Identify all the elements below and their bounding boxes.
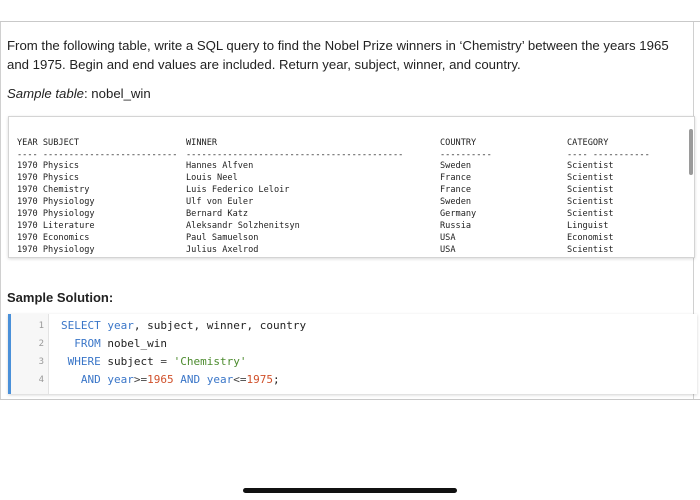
sample-table-label: Sample table: nobel_win bbox=[7, 86, 151, 101]
code-block[interactable]: 1 2 3 4 SELECT year, subject, winner, co… bbox=[8, 314, 697, 394]
cell-winner: Ulf von Euler bbox=[186, 197, 254, 207]
code-token: ; bbox=[273, 373, 280, 386]
sample-table-prefix: Sample table bbox=[7, 86, 84, 101]
cell-category: Scientist bbox=[567, 161, 614, 171]
col-header-category: CATEGORY bbox=[567, 138, 609, 148]
cell-country: USA bbox=[440, 233, 456, 243]
cell-country: Germany bbox=[440, 209, 477, 219]
cell-winner: Hannes Alfven bbox=[186, 161, 254, 171]
code-token: , subject, winner, country bbox=[133, 319, 307, 332]
line-number: 3 bbox=[38, 357, 44, 367]
cell-category: Economist bbox=[567, 233, 614, 243]
cell-year-subject: 1970 Physiology bbox=[17, 245, 95, 255]
col-header-winner: WINNER bbox=[186, 138, 218, 148]
line-number: 2 bbox=[38, 339, 44, 349]
cell-winner: Paul Samuelson bbox=[186, 233, 259, 243]
cell-country: Sweden bbox=[440, 197, 472, 207]
cell-category: Scientist bbox=[567, 245, 614, 255]
cell-year-subject: 1970 Economics bbox=[17, 233, 90, 243]
cell-country: France bbox=[440, 173, 472, 183]
sample-table-name: : nobel_win bbox=[83, 86, 151, 101]
left-border bbox=[0, 22, 1, 400]
col-separator: ---- -------------------------- bbox=[17, 150, 178, 160]
code-token: year bbox=[107, 373, 134, 386]
code-token: year bbox=[206, 373, 234, 386]
cell-winner: Julius Axelrod bbox=[186, 245, 259, 255]
code-token: 1975 bbox=[246, 373, 274, 386]
line-number: 1 bbox=[38, 321, 44, 331]
cell-category: Scientist bbox=[567, 173, 614, 183]
col-separator: ---- ----------- bbox=[567, 150, 650, 160]
cell-category: Scientist bbox=[567, 209, 614, 219]
cell-country: Russia bbox=[440, 221, 472, 231]
solution-heading: Sample Solution: bbox=[7, 290, 114, 305]
code-token: WHERE bbox=[67, 355, 101, 368]
problem-statement: From the following table, write a SQL qu… bbox=[7, 38, 669, 72]
top-divider bbox=[0, 21, 700, 22]
code-line: WHERE subject = 'Chemistry' bbox=[61, 355, 247, 368]
code-token: >= bbox=[133, 373, 148, 386]
code-line: SELECT year, subject, winner, country bbox=[61, 319, 306, 332]
code-token: subject bbox=[100, 355, 161, 368]
cell-winner: Aleksandr Solzhenitsyn bbox=[186, 221, 300, 231]
code-token: 1965 bbox=[147, 373, 174, 386]
cell-country: France bbox=[440, 185, 472, 195]
code-token: year bbox=[107, 319, 134, 332]
code-token: <= bbox=[233, 373, 247, 386]
line-number-gutter: 1 2 3 4 bbox=[11, 314, 49, 394]
cell-year-subject: 1970 Physics bbox=[17, 173, 80, 183]
bottom-divider bbox=[0, 399, 700, 400]
cell-country: USA bbox=[440, 245, 456, 255]
code-token: nobel_win bbox=[100, 337, 167, 350]
cell-year-subject: 1970 Literature bbox=[17, 221, 95, 231]
code-token: 'Chemistry' bbox=[173, 355, 247, 368]
col-separator: ---------- bbox=[440, 150, 492, 160]
code-token: AND bbox=[80, 373, 101, 386]
code-line: FROM nobel_win bbox=[61, 337, 167, 350]
cell-year-subject: 1970 Physics bbox=[17, 161, 80, 171]
code-token: FROM bbox=[74, 337, 101, 350]
code-token: = bbox=[160, 355, 167, 368]
home-indicator[interactable] bbox=[243, 488, 457, 493]
cell-winner: Louis Neel bbox=[186, 173, 238, 183]
cell-winner: Luis Federico Leloir bbox=[186, 185, 290, 195]
table-scrollbar[interactable] bbox=[689, 129, 693, 175]
cell-category: Scientist bbox=[567, 197, 614, 207]
cell-category: Linguist bbox=[567, 221, 609, 231]
cell-year-subject: 1970 Chemistry bbox=[17, 185, 90, 195]
cell-category: Scientist bbox=[567, 185, 614, 195]
code-token: AND bbox=[180, 373, 201, 386]
sample-table-box[interactable]: YEAR SUBJECT WINNER COUNTRY CATEGORY ---… bbox=[8, 116, 695, 258]
cell-winner: Bernard Katz bbox=[186, 209, 249, 219]
cell-year-subject: 1970 Physiology bbox=[17, 197, 95, 207]
col-header-year-subject: YEAR SUBJECT bbox=[17, 138, 80, 148]
col-separator: ----------------------------------------… bbox=[186, 150, 404, 160]
line-number: 4 bbox=[38, 375, 44, 385]
cell-year-subject: 1970 Physiology bbox=[17, 209, 95, 219]
cell-country: Sweden bbox=[440, 161, 472, 171]
code-token: SELECT bbox=[61, 319, 101, 332]
col-header-country: COUNTRY bbox=[440, 138, 477, 148]
code-line: AND year>=1965 AND year<=1975; bbox=[61, 373, 280, 386]
